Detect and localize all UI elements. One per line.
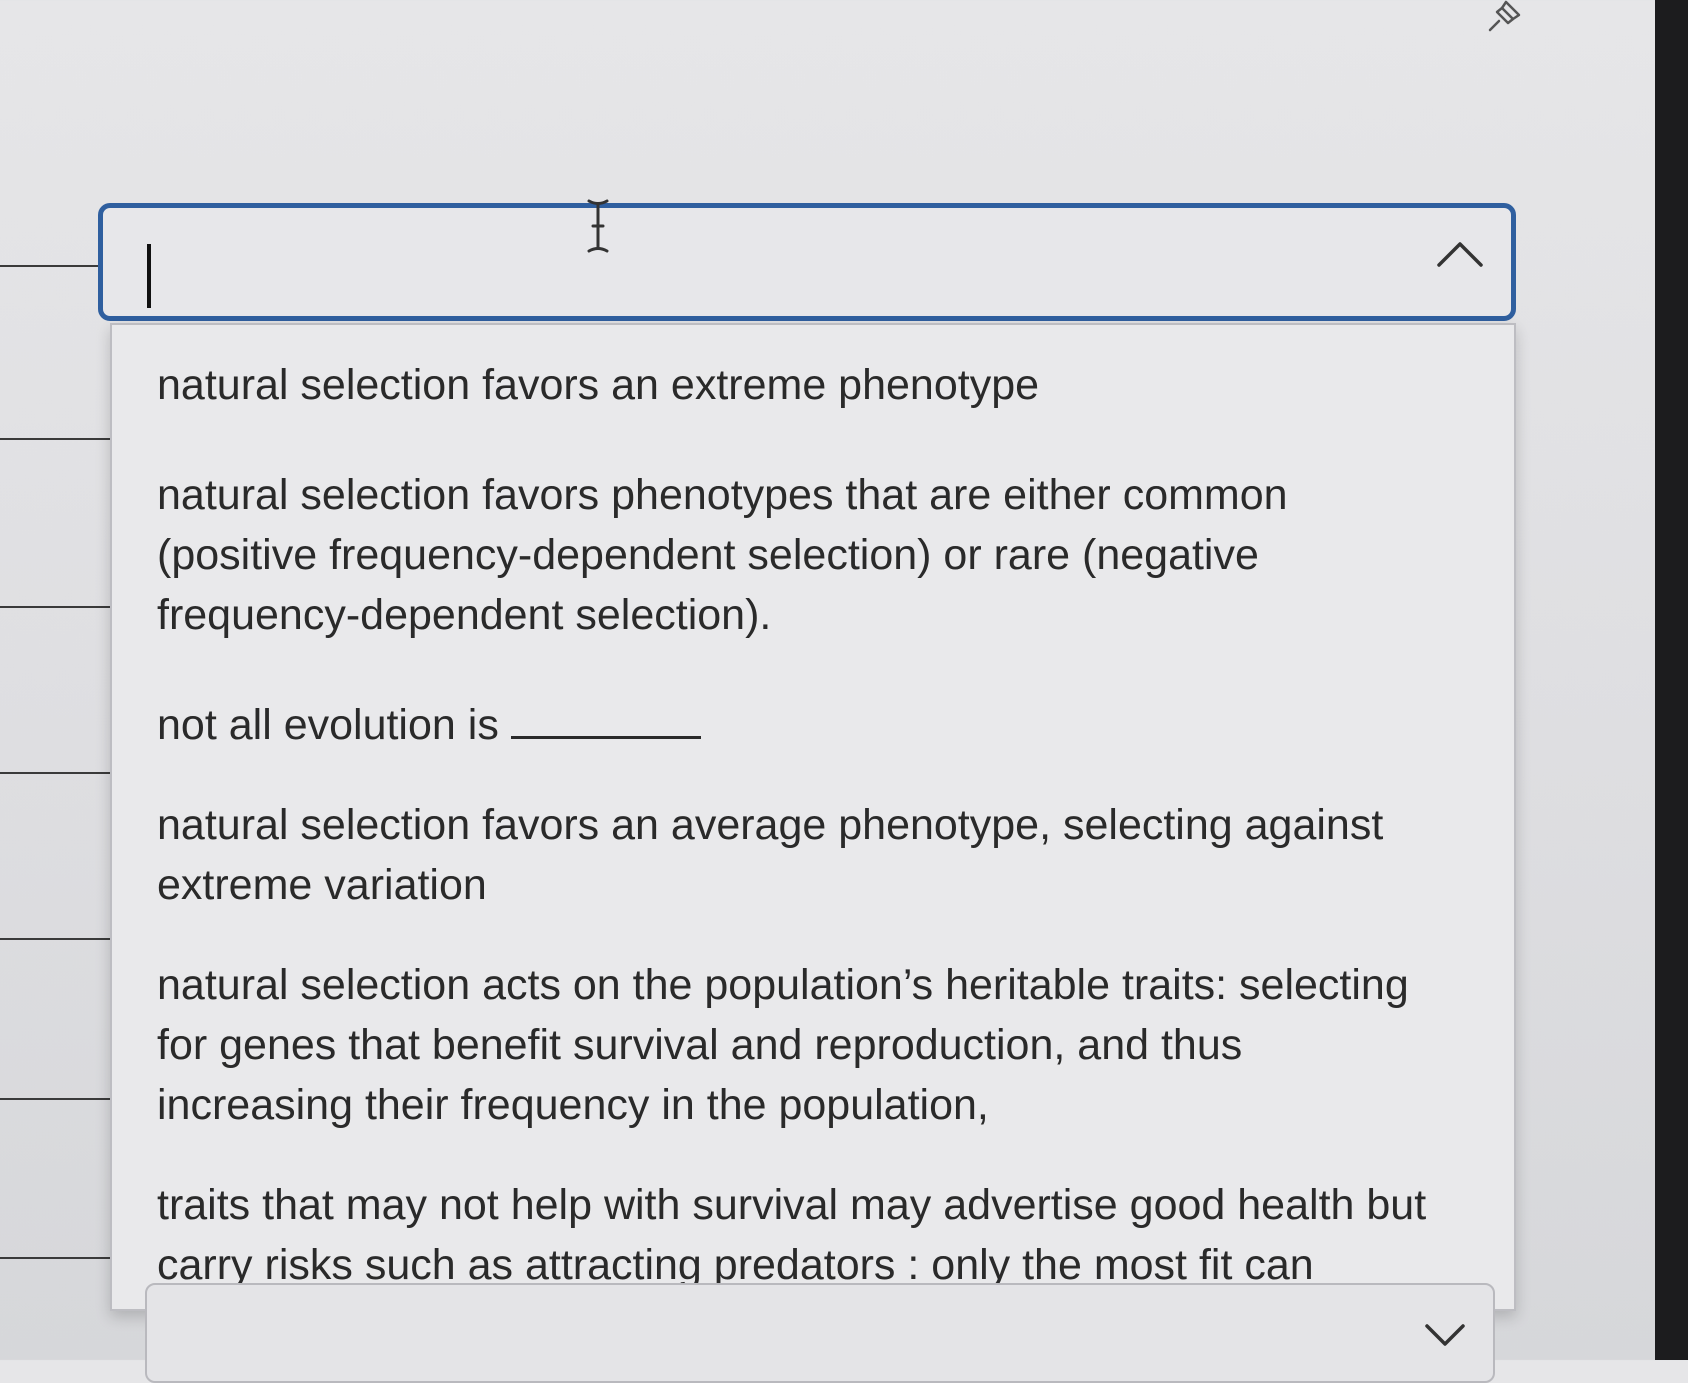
dropdown-option[interactable]: natural selection acts on the population…	[157, 955, 1447, 1135]
dropdown-option[interactable]: natural selection favors an extreme phen…	[157, 355, 1447, 415]
dropdown-option-text: not all evolution is	[157, 701, 499, 749]
pin-icon[interactable]	[1482, 0, 1522, 40]
i-beam-cursor-icon	[587, 199, 609, 253]
question-row-divider	[0, 772, 124, 774]
dropdown-option[interactable]: not all evolution is	[157, 695, 1447, 755]
answer-select-combobox[interactable]	[98, 199, 1516, 321]
question-row-divider	[0, 606, 118, 608]
dropdown-option[interactable]: traits that may not help with survival m…	[157, 1175, 1447, 1295]
screen: natural selection favors an extreme phen…	[0, 0, 1655, 1383]
text-caret	[147, 244, 151, 308]
question-row-divider	[0, 438, 112, 440]
fill-in-blank	[510, 726, 701, 739]
dropdown-options-list: natural selection favors an extreme phen…	[110, 323, 1516, 1311]
monitor-bezel	[1655, 0, 1688, 1360]
answer-select-input[interactable]	[103, 208, 1511, 316]
chevron-down-icon[interactable]	[1423, 1321, 1467, 1349]
question-row-divider	[0, 265, 100, 267]
dropdown-option[interactable]: natural selection favors an average phen…	[157, 795, 1447, 915]
dropdown-option[interactable]: natural selection favors phenotypes that…	[157, 465, 1447, 645]
next-answer-select-combobox[interactable]	[145, 1283, 1495, 1383]
chevron-up-icon[interactable]	[1435, 238, 1485, 270]
